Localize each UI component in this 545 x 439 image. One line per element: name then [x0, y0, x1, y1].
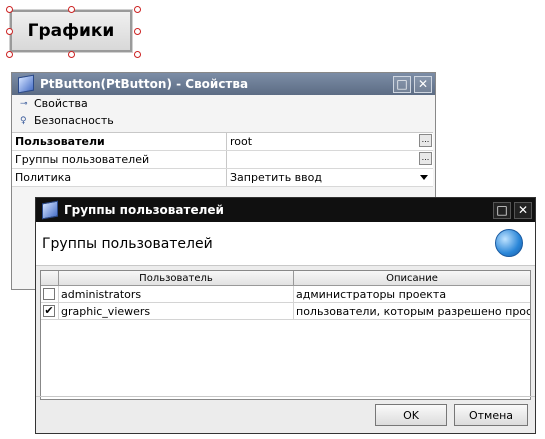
- properties-table: Пользователи root ... Группы пользовател…: [12, 132, 433, 187]
- close-icon[interactable]: ✕: [514, 201, 532, 219]
- selection-handle-tl[interactable]: [6, 6, 13, 13]
- property-value[interactable]: ...: [227, 151, 433, 168]
- table-row[interactable]: administrators администраторы проекта: [41, 286, 530, 303]
- selection-handle-ml[interactable]: [6, 28, 13, 35]
- groups-titlebar[interactable]: Группы пользователей □ ✕: [36, 198, 535, 222]
- user-cell: graphic_viewers: [59, 303, 294, 319]
- property-key: Группы пользователей: [12, 151, 227, 168]
- user-cell: administrators: [59, 286, 294, 302]
- cube-icon: [42, 200, 58, 220]
- checkbox-column-header: [41, 271, 59, 285]
- property-key: Пользователи: [12, 133, 227, 150]
- cube-icon: [18, 74, 34, 94]
- chevron-down-icon[interactable]: [420, 175, 428, 180]
- grafiki-button[interactable]: Графики: [9, 9, 133, 53]
- selection-handle-br[interactable]: [134, 51, 141, 58]
- security-icon: ♀: [20, 115, 27, 126]
- properties-titlebar[interactable]: PtButton(PtButton) - Свойства □ ✕: [12, 73, 435, 95]
- maximize-icon[interactable]: □: [493, 201, 511, 219]
- description-cell: пользователи, которым разрешено прос...: [296, 304, 530, 318]
- table-row[interactable]: ✔ graphic_viewers пользователи, которым …: [41, 303, 530, 320]
- table-row[interactable]: Политика Запретить ввод: [12, 169, 433, 187]
- maximize-icon[interactable]: □: [393, 75, 411, 93]
- checkbox-cell: ✔: [41, 303, 59, 319]
- row-checkbox[interactable]: ✔: [43, 305, 55, 317]
- section-security-label: Безопасность: [34, 114, 114, 127]
- close-icon[interactable]: ✕: [414, 75, 432, 93]
- properties-title: PtButton(PtButton) - Свойства: [40, 77, 249, 91]
- section-security[interactable]: ♀ Безопасность: [12, 112, 435, 129]
- table-row[interactable]: Пользователи root ...: [12, 133, 433, 151]
- selection-handle-bl[interactable]: [6, 51, 13, 58]
- selection-handle-tr[interactable]: [134, 6, 141, 13]
- property-value[interactable]: root ...: [227, 133, 433, 150]
- groups-header: Группы пользователей: [36, 222, 535, 266]
- selection-handle-bm[interactable]: [68, 51, 75, 58]
- user-groups-dialog: Группы пользователей □ ✕ Группы пользова…: [35, 197, 536, 434]
- policy-dropdown[interactable]: Запретить ввод: [227, 169, 433, 186]
- property-icon: ⊸: [20, 98, 28, 109]
- property-key: Политика: [12, 169, 227, 186]
- property-value-text: root: [230, 135, 253, 148]
- selection-handle-mr[interactable]: [134, 28, 141, 35]
- section-properties[interactable]: ⊸ Свойства: [12, 95, 435, 112]
- property-value-text: Запретить ввод: [230, 171, 322, 184]
- browse-button[interactable]: ...: [419, 134, 432, 147]
- cancel-button[interactable]: Отмена: [454, 404, 528, 426]
- table-header: Пользователь Описание: [41, 271, 530, 286]
- groups-body: Группы пользователей Пользователь Описан…: [36, 222, 535, 433]
- ok-button[interactable]: OK: [375, 404, 447, 426]
- description-cell: администраторы проекта: [296, 287, 447, 301]
- row-checkbox[interactable]: [43, 288, 55, 300]
- table-row[interactable]: Группы пользователей ...: [12, 151, 433, 169]
- section-properties-label: Свойства: [34, 97, 88, 110]
- groups-table: Пользователь Описание administrators адм…: [40, 270, 531, 400]
- groups-title: Группы пользователей: [64, 203, 224, 217]
- selection-handle-tm[interactable]: [68, 6, 75, 13]
- checkbox-cell: [41, 286, 59, 302]
- groups-header-title: Группы пользователей: [42, 235, 213, 252]
- browse-button[interactable]: ...: [419, 152, 432, 165]
- dialog-footer: OK Отмена: [36, 396, 535, 433]
- column-header-description[interactable]: Описание: [294, 271, 530, 285]
- column-header-user[interactable]: Пользователь: [59, 271, 294, 285]
- globe-icon: [495, 229, 523, 257]
